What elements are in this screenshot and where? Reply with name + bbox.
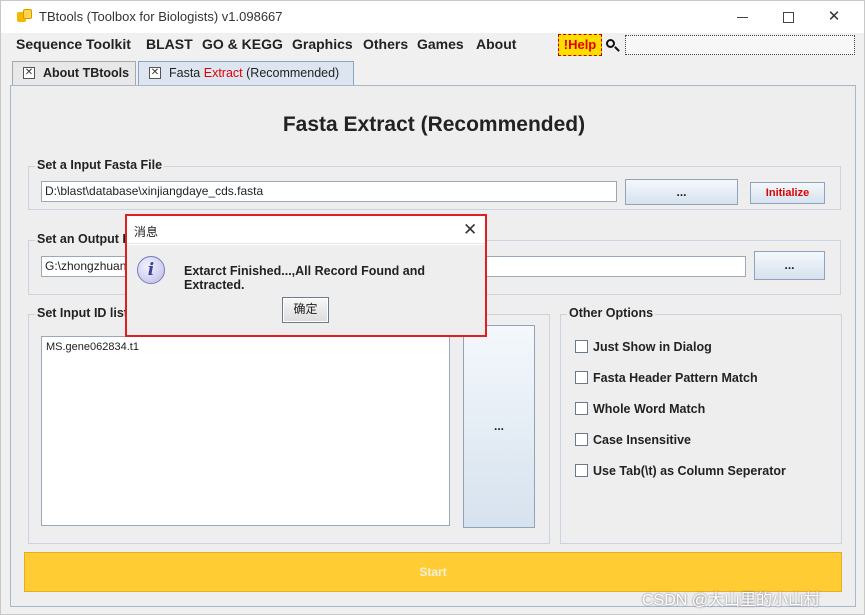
input-fasta-label: Set a Input Fasta File xyxy=(35,158,165,172)
checkbox[interactable] xyxy=(575,464,588,477)
tab-label-suffix: (Recommended) xyxy=(242,66,340,80)
input-fasta-group: Set a Input Fasta File D:\blast\database… xyxy=(28,158,841,210)
option-whole-word-match[interactable]: Whole Word Match xyxy=(575,402,705,416)
option-label: Case Insensitive xyxy=(593,433,691,447)
menu-graphics[interactable]: Graphics xyxy=(292,36,353,52)
app-window: TBtools (Toolbox for Biologists) v1.0986… xyxy=(0,0,865,615)
dialog-message: Extarct Finished...,All Record Found and… xyxy=(184,264,425,292)
menu-others[interactable]: Others xyxy=(363,36,408,52)
option-label: Just Show in Dialog xyxy=(593,340,712,354)
option-case-insensitive[interactable]: Case Insensitive xyxy=(575,433,691,447)
dialog-title-bar: 消息 ✕ xyxy=(127,216,485,244)
input-fasta-browse-button[interactable]: ... xyxy=(625,179,738,205)
input-fasta-field[interactable]: D:\blast\database\xinjiangdaye_cds.fasta xyxy=(41,181,617,202)
output-fasta-label: Set an Output Fa xyxy=(35,232,139,246)
tab-fasta-extract[interactable]: ✕ Fasta Extract (Recommended) xyxy=(138,61,354,85)
info-icon: i xyxy=(137,256,165,284)
id-list-group: Set Input ID list MS.gene062834.t1 ... xyxy=(28,306,550,544)
option-fasta-header-pattern-match[interactable]: Fasta Header Pattern Match xyxy=(575,371,758,385)
tab-close-icon[interactable]: ✕ xyxy=(149,67,161,79)
window-title: TBtools (Toolbox for Biologists) v1.0986… xyxy=(39,9,283,24)
checkbox[interactable] xyxy=(575,433,588,446)
option-label: Whole Word Match xyxy=(593,402,706,416)
other-options-label: Other Options xyxy=(567,306,656,320)
title-bar: TBtools (Toolbox for Biologists) v1.0986… xyxy=(1,1,864,33)
id-list-label: Set Input ID list xyxy=(35,306,130,320)
minimize-button[interactable] xyxy=(719,5,765,29)
option-tab-column-separator[interactable]: Use Tab(\t) as Column Seperator xyxy=(575,464,786,478)
maximize-button[interactable] xyxy=(765,5,811,29)
menu-sequence-toolkit[interactable]: Sequence Toolkit xyxy=(16,36,131,52)
fasta-extract-panel: Fasta Extract (Recommended) Set a Input … xyxy=(10,85,856,607)
search-input[interactable] xyxy=(625,35,855,55)
page-title: Fasta Extract (Recommended) xyxy=(282,113,586,136)
menu-go-kegg[interactable]: GO & KEGG xyxy=(202,36,283,52)
output-fasta-browse-button[interactable]: ... xyxy=(754,251,825,280)
watermark: CSDN @大山里的小山村 xyxy=(642,592,821,609)
close-window-button[interactable]: ✕ xyxy=(811,5,857,29)
dialog-ok-button[interactable]: 确定 xyxy=(282,297,329,323)
maximize-icon xyxy=(782,11,794,23)
message-dialog: 消息 ✕ i Extarct Finished...,All Record Fo… xyxy=(125,214,487,337)
tab-label: About TBtools xyxy=(43,66,130,80)
tab-bar: ✕ About TBtools ✕ Fasta Extract (Recomme… xyxy=(1,57,864,85)
option-just-show-in-dialog[interactable]: Just Show in Dialog xyxy=(575,340,712,354)
dialog-close-icon[interactable]: ✕ xyxy=(463,220,477,240)
search-icon[interactable] xyxy=(604,37,622,55)
menu-about[interactable]: About xyxy=(476,36,516,52)
tab-label-highlight: Extract xyxy=(203,66,243,80)
other-options-group: Other Options Just Show in Dialog Fasta … xyxy=(560,306,842,544)
id-list-textarea[interactable]: MS.gene062834.t1 xyxy=(41,336,450,526)
option-label: Fasta Header Pattern Match xyxy=(593,371,758,385)
close-icon: ✕ xyxy=(827,8,841,25)
tab-about-tbtools[interactable]: ✕ About TBtools xyxy=(12,61,136,85)
checkbox[interactable] xyxy=(575,340,588,353)
checkbox[interactable] xyxy=(575,371,588,384)
tab-label-prefix: Fasta xyxy=(169,66,204,80)
initialize-button[interactable]: Initialize xyxy=(750,182,825,204)
tbtools-logo-icon xyxy=(17,9,33,25)
checkbox[interactable] xyxy=(575,402,588,415)
menu-bar: Sequence Toolkit BLAST GO & KEGG Graphic… xyxy=(1,33,864,57)
menu-games[interactable]: Games xyxy=(417,36,464,52)
menu-blast[interactable]: BLAST xyxy=(146,36,193,52)
minimize-icon xyxy=(736,16,748,18)
option-label: Use Tab(\t) as Column Seperator xyxy=(593,464,786,478)
tab-close-icon[interactable]: ✕ xyxy=(23,67,35,79)
id-list-browse-button[interactable]: ... xyxy=(463,325,535,528)
help-button[interactable]: !Help xyxy=(558,34,602,56)
dialog-title: 消息 xyxy=(134,225,159,239)
dialog-body: i Extarct Finished...,All Record Found a… xyxy=(127,245,485,335)
